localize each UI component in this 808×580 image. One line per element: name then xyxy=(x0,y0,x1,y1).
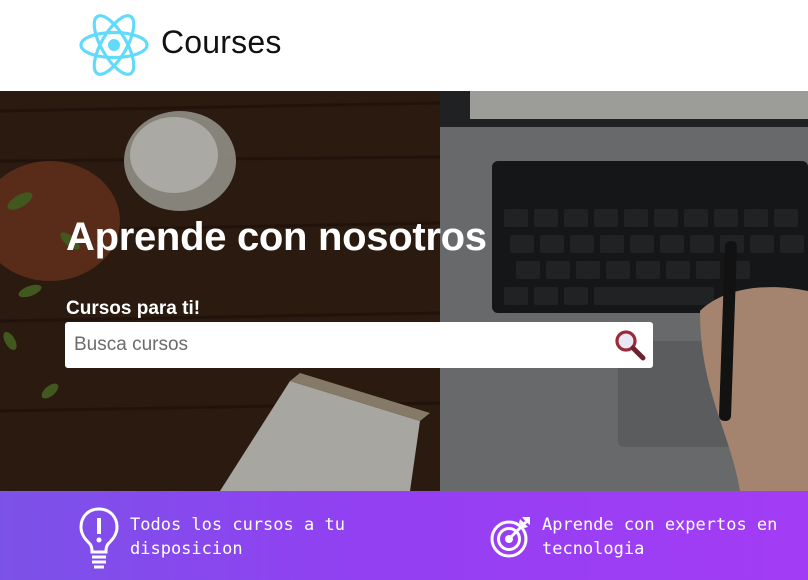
feature-experts: Aprende con expertos en tecnologia xyxy=(490,491,808,580)
lightbulb-icon xyxy=(79,507,119,569)
features-banner: Todos los cursos a tu disposicion Aprend… xyxy=(0,491,808,580)
magnifier-icon[interactable] xyxy=(613,328,647,362)
feature-text: Aprende con expertos en tecnologia xyxy=(542,515,778,559)
search-input[interactable] xyxy=(65,322,605,368)
search-bar xyxy=(65,322,653,368)
site-header: Courses xyxy=(0,0,808,91)
feature-all-courses: Todos los cursos a tu disposicion xyxy=(78,491,408,580)
brand-title[interactable]: Courses xyxy=(161,24,282,61)
search-label: Cursos para ti! xyxy=(66,298,201,319)
react-atom-icon[interactable] xyxy=(79,14,149,76)
hero-section: Aprende con nosotros Cursos para ti! xyxy=(0,91,808,491)
feature-text: Todos los cursos a tu disposicion xyxy=(130,515,345,559)
target-icon xyxy=(490,517,530,558)
hero-title: Aprende con nosotros xyxy=(66,215,487,259)
hero-background-image xyxy=(0,91,808,491)
